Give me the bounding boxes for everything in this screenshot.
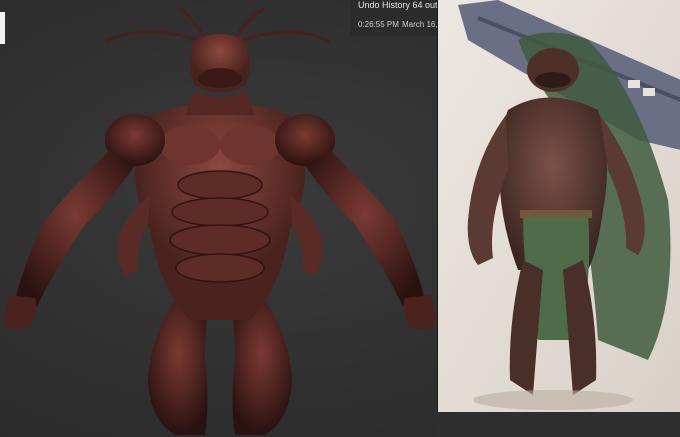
reference-illustration [438,0,680,412]
sculpt-viewport[interactable]: Undo History 64 out of 6 0:26:55 PM Marc… [0,0,680,437]
undo-history-date: March 16, [402,20,438,29]
creature-sculpt-model [4,6,436,435]
bottom-strip [437,412,680,437]
undo-history-label: Undo History 64 out of 6 [358,0,440,10]
undo-history-time: 0:26:55 PM [358,20,399,29]
undo-history-panel[interactable]: Undo History 64 out of 6 0:26:55 PM Marc… [350,0,440,36]
reference-image-panel [437,0,680,412]
